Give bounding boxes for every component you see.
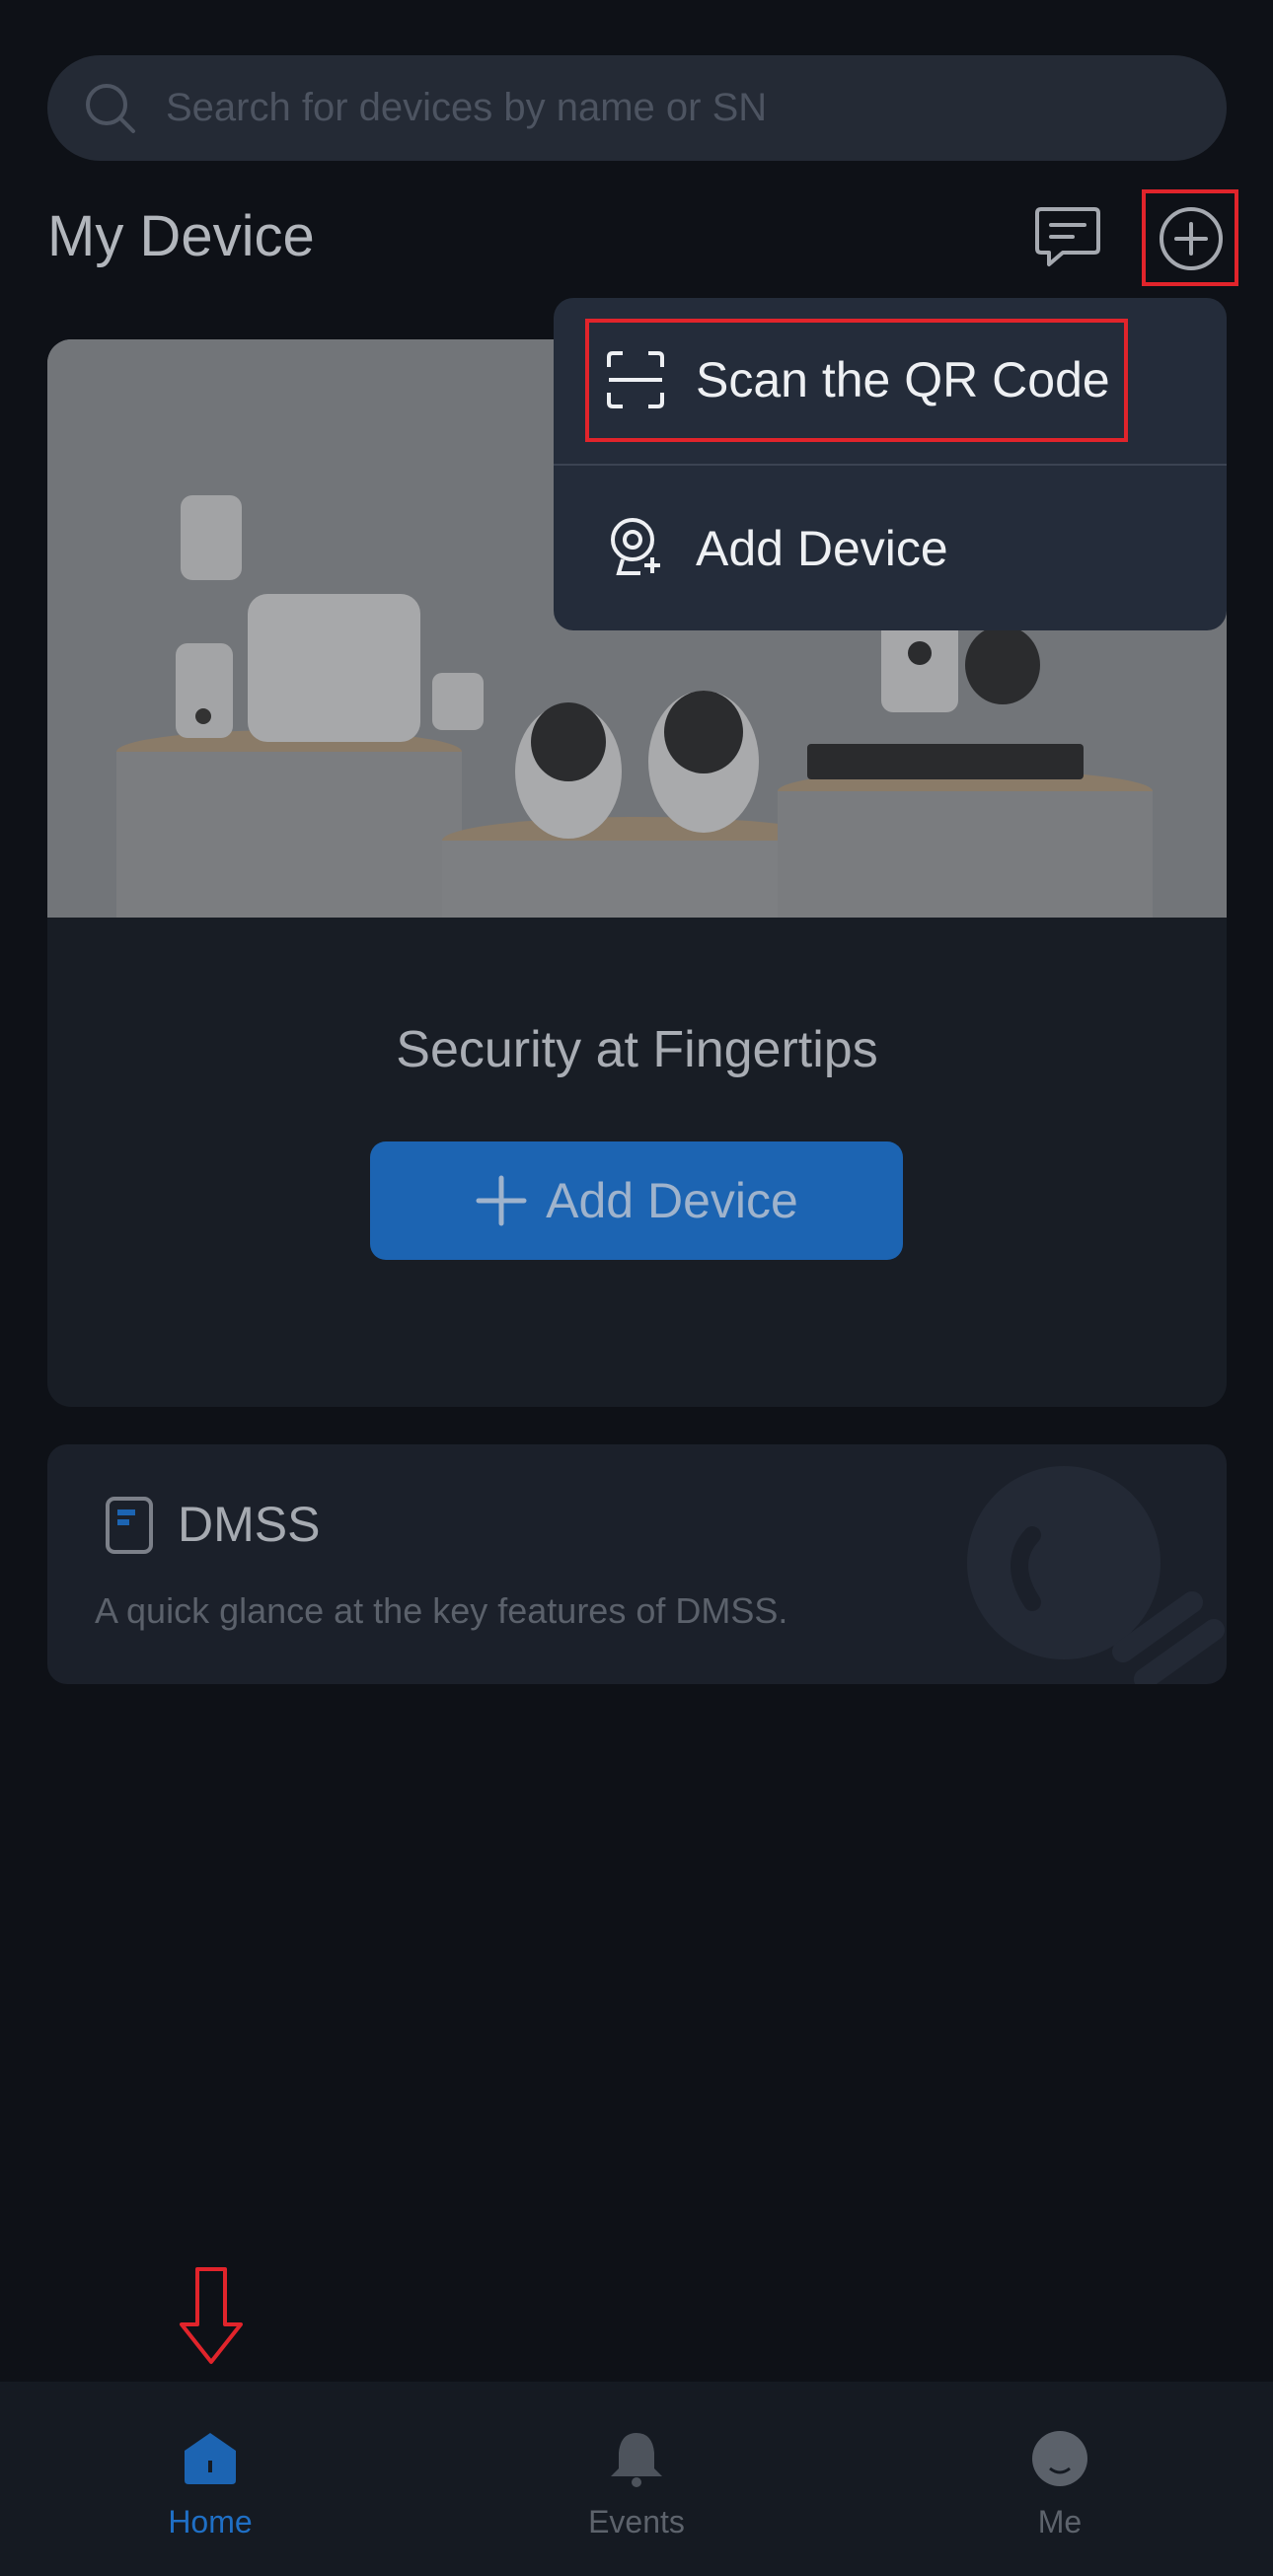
down-arrow-icon xyxy=(180,2267,243,2364)
add-camera-icon xyxy=(611,518,660,575)
add-device-button[interactable]: Add Device xyxy=(370,1141,903,1260)
tab-label: Me xyxy=(1037,2504,1083,2539)
dmss-title: DMSS xyxy=(178,1497,321,1552)
hero-title: Security at Fingertips xyxy=(396,1021,878,1078)
message-icon[interactable] xyxy=(1033,205,1102,268)
dmss-description: A quick glance at the key features of DM… xyxy=(95,1590,788,1631)
profile-icon xyxy=(1032,2431,1087,2486)
page-title: My Device xyxy=(47,204,315,268)
bottom-tab-bar: Home Events Me xyxy=(0,2382,1273,2576)
dmss-intro-card[interactable]: DMSS A quick glance at the key features … xyxy=(47,1444,1227,1684)
plus-circle-icon xyxy=(1160,207,1223,270)
menu-item-add-device[interactable]: Add Device xyxy=(554,465,1227,630)
search-input[interactable] xyxy=(166,75,1192,140)
tab-home[interactable]: Home xyxy=(62,2382,358,2576)
search-bar[interactable] xyxy=(47,55,1227,161)
menu-item-label: Add Device xyxy=(696,521,948,576)
search-icon xyxy=(86,84,135,133)
plus-icon xyxy=(476,1175,527,1226)
lightbulb-icon xyxy=(967,1466,1225,1684)
bell-icon xyxy=(611,2433,662,2487)
home-icon xyxy=(185,2433,236,2484)
qr-highlight-box xyxy=(585,319,1128,442)
tab-label: Home xyxy=(168,2504,253,2539)
add-device-button-label: Add Device xyxy=(546,1173,798,1228)
document-icon xyxy=(106,1497,153,1554)
add-menu-button[interactable] xyxy=(1142,189,1238,286)
tab-label: Events xyxy=(588,2504,685,2539)
tab-me[interactable]: Me xyxy=(912,2382,1208,2576)
tab-events[interactable]: Events xyxy=(488,2382,785,2576)
